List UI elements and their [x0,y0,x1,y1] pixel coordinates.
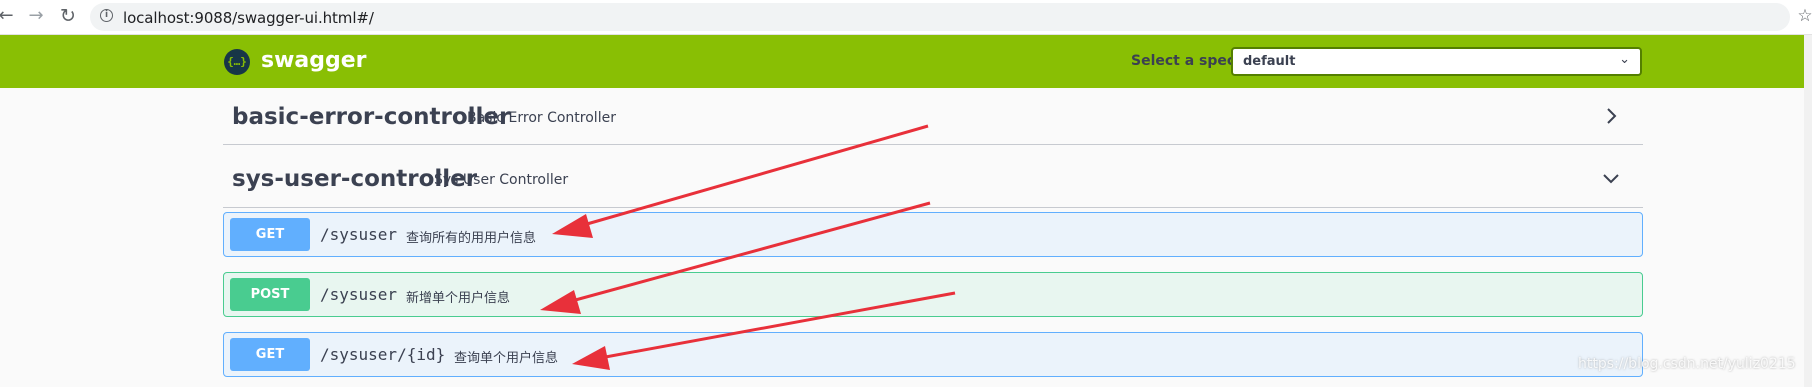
tag-description: Sys User Controller [434,172,569,188]
chevron-right-icon[interactable] [1601,106,1621,126]
method-badge-get: GET [230,338,310,371]
watermark: https://blog.csdn.net/yuliz0215 [1578,356,1796,372]
swagger-topbar: {…} swagger Select a spec default ⌄ [0,35,1812,88]
operation-path: /sysuser [320,225,398,244]
spec-select-label: Select a spec [1131,53,1236,69]
operation-post-sysuser[interactable]: POST /sysuser 新增单个用户信息 [223,272,1643,317]
operation-path: /sysuser/{id} [320,345,446,364]
operation-summary: 新增单个用户信息 [406,291,511,306]
forward-arrow-icon[interactable]: → [24,4,48,28]
operation-summary: 查询所有的用用户信息 [406,231,537,246]
tag-basic-error-controller[interactable]: basic-error-controller Basic Error Contr… [223,90,1643,145]
swagger-logo-icon: {…} [224,49,250,75]
chevron-down-icon: ⌄ [1619,52,1630,67]
spec-select[interactable]: default ⌄ [1231,47,1642,76]
tag-sys-user-controller[interactable]: sys-user-controller Sys User Controller [223,152,1643,208]
bookmark-star-icon[interactable]: ☆ [1794,4,1812,28]
reload-icon[interactable]: ↻ [56,4,80,28]
swagger-brand[interactable]: swagger [261,48,367,73]
operation-path: /sysuser [320,285,398,304]
operation-get-sysuser-id[interactable]: GET /sysuser/{id} 查询单个用户信息 [223,332,1643,377]
site-info-icon[interactable]: i [100,9,113,22]
address-bar[interactable]: i localhost:9088/swagger-ui.html#/ [90,3,1790,31]
back-arrow-icon[interactable]: ← [0,4,18,28]
operation-summary: 查询单个用户信息 [454,351,559,366]
tag-description: Basic Error Controller [467,110,616,126]
spec-selected-value: default [1243,54,1296,69]
browser-toolbar: ← → ↻ i localhost:9088/swagger-ui.html#/… [0,0,1812,35]
operation-get-sysuser[interactable]: GET /sysuser 查询所有的用用户信息 [223,212,1643,257]
page-scrollbar[interactable] [1804,35,1812,387]
url-text[interactable]: localhost:9088/swagger-ui.html#/ [123,9,374,27]
method-badge-post: POST [230,278,310,311]
chevron-down-icon[interactable] [1601,168,1621,188]
method-badge-get: GET [230,218,310,251]
